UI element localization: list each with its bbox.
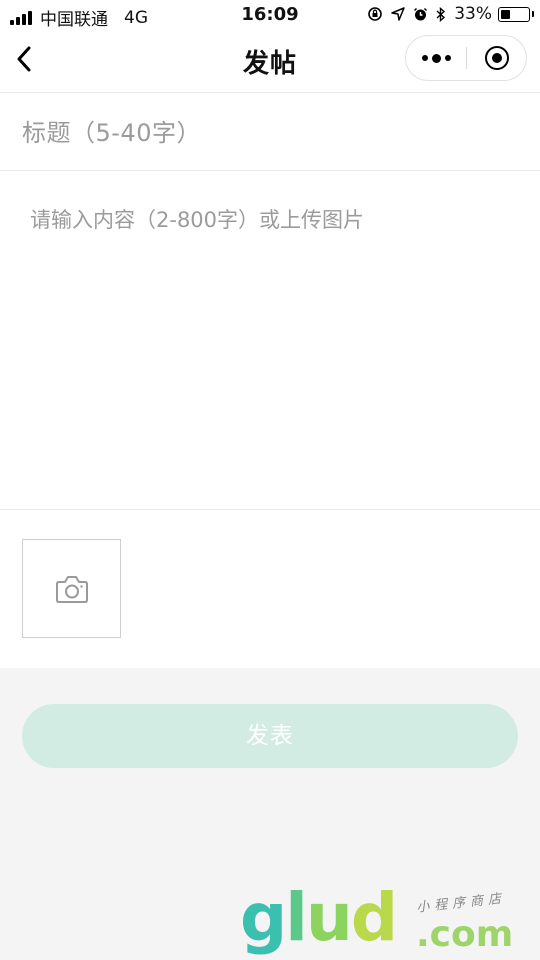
watermark-logo: glud 小程序商店 .com — [238, 882, 540, 960]
watermark-brand: glud — [240, 879, 398, 956]
watermark-slogan: 小程序商店 — [415, 891, 507, 916]
submit-button[interactable]: 发表 — [22, 704, 518, 768]
image-upload-area — [0, 510, 540, 668]
watermark-letter: l — [285, 879, 308, 956]
close-button[interactable] — [467, 36, 526, 80]
content-input[interactable]: 请输入内容（2-800字）或上传图片 — [30, 204, 364, 234]
more-icon — [420, 53, 453, 63]
watermark-domain: .com — [416, 914, 514, 955]
battery-icon — [498, 6, 534, 22]
battery-percent: 33% — [454, 4, 492, 24]
bluetooth-icon — [436, 6, 446, 22]
watermark-letter: d — [350, 879, 398, 956]
title-field-row: 标题（5-40字） — [0, 93, 540, 171]
watermark-letter: g — [240, 879, 287, 956]
close-target-icon — [484, 46, 509, 70]
navigation-bar: 发帖 — [0, 30, 540, 93]
more-button[interactable] — [406, 36, 466, 80]
add-image-button[interactable] — [22, 539, 121, 638]
watermark-letter: u — [305, 879, 353, 956]
alarm-icon — [414, 7, 428, 20]
mini-program-capsule — [405, 35, 527, 81]
content-field-area: 请输入内容（2-800字）或上传图片 — [0, 171, 540, 510]
orientation-lock-icon — [368, 7, 383, 21]
title-input[interactable]: 标题（5-40字） — [22, 113, 201, 148]
camera-icon — [55, 575, 88, 603]
location-icon — [391, 7, 405, 21]
status-right: 33% — [367, 4, 534, 24]
status-bar: 中国联通 4G 16:09 33% — [0, 0, 540, 30]
